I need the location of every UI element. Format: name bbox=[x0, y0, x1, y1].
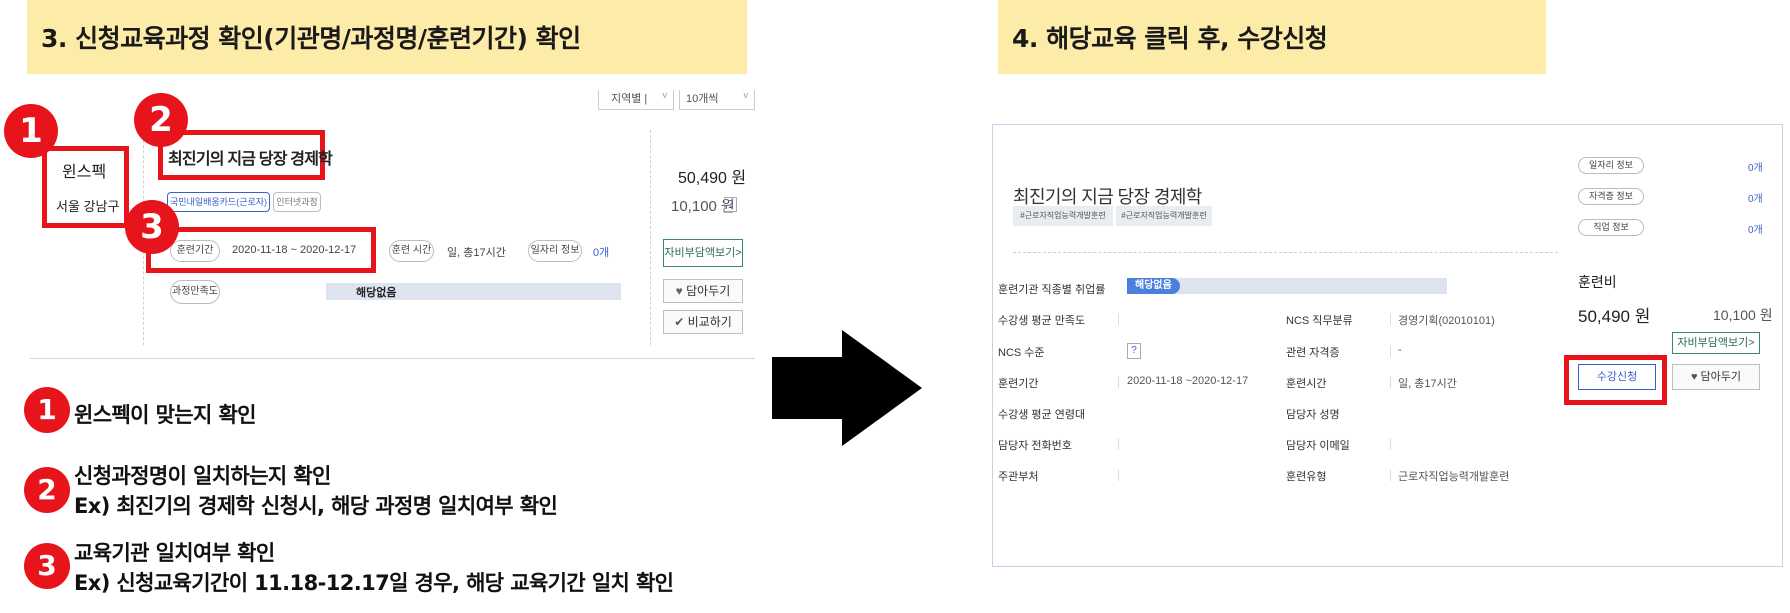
wish-button[interactable]: ♥ 담아두기 bbox=[663, 279, 743, 303]
heart-icon: ♥ bbox=[1690, 371, 1698, 383]
compare-button[interactable]: ✔ 비교하기 bbox=[663, 310, 743, 334]
desc-badge-1: 1 bbox=[24, 387, 70, 433]
row-left-label-1: NCS 수준 bbox=[998, 347, 1045, 359]
row-right-label-5: 훈련유형 bbox=[1286, 471, 1327, 483]
side-job-count[interactable]: 0개 bbox=[1748, 159, 1763, 174]
period-value: 2020-11-18 ~ 2020-12-17 bbox=[232, 244, 357, 256]
row-sep bbox=[1118, 376, 1119, 388]
employment-bar: 해당없음 bbox=[1127, 278, 1447, 294]
satisfaction-bar: 해당없음 bbox=[326, 283, 621, 300]
row-left-label-5: 주관부처 bbox=[998, 471, 1039, 483]
check-icon: ✔ bbox=[674, 315, 685, 329]
row-sep bbox=[1390, 376, 1391, 388]
time-label: 훈련 시간 bbox=[389, 240, 434, 262]
left-header: 3. 신청교육과정 확인(기관명/과정명/훈련기간) 확인 bbox=[27, 0, 747, 74]
count-select[interactable]: 10개씩 v bbox=[679, 90, 755, 110]
self-pay-button[interactable]: 자비부담액보기> bbox=[663, 239, 743, 267]
job-info-label[interactable]: 일자리 정보 bbox=[528, 240, 582, 262]
side-job-info[interactable]: 일자리 정보 bbox=[1578, 157, 1644, 174]
org-name: 윈스펙 bbox=[62, 164, 107, 181]
side-career-count[interactable]: 0개 bbox=[1748, 221, 1763, 236]
right-header-title: 4. 해당교육 클릭 후, 수강신청 bbox=[1012, 24, 1328, 53]
row-sep bbox=[1390, 313, 1391, 325]
detail-dashed-line bbox=[1013, 252, 1558, 253]
help-icon[interactable]: ? bbox=[724, 197, 737, 212]
job-info-count[interactable]: 0개 bbox=[593, 244, 609, 260]
desc-3-line1: 교육기관 일치여부 확인 bbox=[74, 541, 275, 565]
tag-card: 국민내일배움카드(근로자) bbox=[167, 192, 270, 212]
row-right-value-5: 근로자직업능력개발훈련 bbox=[1398, 471, 1510, 483]
org-location: 서울 강남구 bbox=[56, 199, 120, 214]
badge-1: 1 bbox=[4, 104, 58, 158]
desc-2-line1: 신청과정명이 일치하는지 확인 bbox=[74, 464, 331, 488]
price: 50,490 원 bbox=[678, 170, 747, 187]
hashtag-1: #근로자직업능력개발훈련 bbox=[1013, 206, 1113, 226]
satisfaction-label: 과정만족도 bbox=[170, 280, 220, 304]
enroll-button[interactable]: 수강신청 bbox=[1578, 364, 1656, 390]
card-bottom-line bbox=[30, 358, 755, 359]
row-sep bbox=[1118, 438, 1119, 450]
period-label: 훈련기간 bbox=[170, 240, 220, 262]
badge-3: 3 bbox=[125, 200, 179, 254]
left-header-title: 3. 신청교육과정 확인(기관명/과정명/훈련기간) 확인 bbox=[41, 24, 581, 53]
row-sep bbox=[1390, 345, 1391, 357]
row-sep bbox=[1390, 438, 1391, 450]
sort-select-value: 지역별 | bbox=[611, 93, 648, 105]
hashtag-2: #근로자직업능력개발훈련 bbox=[1116, 206, 1212, 226]
satisfaction-value: 해당없음 bbox=[356, 287, 397, 299]
course-title[interactable]: 최진기의 지금 당장 경제학 bbox=[168, 145, 333, 169]
arrow-right-icon bbox=[772, 330, 922, 446]
sort-select[interactable]: 지역별 | v bbox=[598, 90, 674, 110]
desc-3-line2: Ex) 신청교육기간이 11.18-12.17일 경우, 해당 교육기간 일치 … bbox=[74, 571, 674, 595]
detail-self-pay-button[interactable]: 자비부담액보기> bbox=[1672, 332, 1760, 354]
chevron-down-icon: v bbox=[743, 90, 749, 100]
side-career-info[interactable]: 직업 정보 bbox=[1578, 219, 1644, 236]
chevron-down-icon: v bbox=[662, 90, 668, 100]
time-value: 일, 총17시간 bbox=[447, 247, 506, 259]
fee-label: 훈련비 bbox=[1578, 274, 1617, 290]
row-right-label-1: 관련 자격증 bbox=[1286, 347, 1340, 359]
row-right-value-0: 경영기획(02010101) bbox=[1398, 315, 1495, 327]
row-right-label-2: 훈련시간 bbox=[1286, 378, 1327, 390]
row-right-value-2: 일, 총17시간 bbox=[1398, 378, 1457, 390]
row-right-label-4: 담당자 이메일 bbox=[1286, 440, 1350, 452]
row-sep bbox=[1118, 469, 1119, 481]
compare-button-label: 비교하기 bbox=[687, 315, 732, 329]
ncs-help-icon[interactable]: ? bbox=[1127, 343, 1141, 359]
desc-badge-2: 2 bbox=[24, 467, 70, 513]
count-select-value: 10개씩 bbox=[686, 93, 719, 105]
tag-online: 인터넷과정 bbox=[273, 192, 321, 212]
desc-2-line2: Ex) 최진기의 경제학 신청시, 해당 과정명 일치여부 확인 bbox=[74, 494, 558, 518]
detail-wish-button[interactable]: ♥ 담아두기 bbox=[1672, 364, 1760, 390]
row-left-label-4: 담당자 전화번호 bbox=[998, 440, 1072, 452]
card-divider-vertical-2 bbox=[650, 130, 651, 345]
row-left-label-2: 훈련기간 bbox=[998, 378, 1039, 390]
desc-1: 윈스펙이 맞는지 확인 bbox=[74, 403, 257, 427]
right-header: 4. 해당교육 클릭 후, 수강신청 bbox=[998, 0, 1546, 74]
side-cert-count[interactable]: 0개 bbox=[1748, 190, 1763, 205]
row-right-label-0: NCS 직무분류 bbox=[1286, 315, 1353, 327]
badge-2: 2 bbox=[134, 93, 188, 147]
side-cert-info[interactable]: 자격증 정보 bbox=[1578, 188, 1644, 205]
row-left-value-2: 2020-11-18 ~2020-12-17 bbox=[1127, 375, 1249, 387]
row-left-label-0: 수강생 평균 만족도 bbox=[998, 315, 1086, 327]
row-sep bbox=[1390, 469, 1391, 481]
row-right-value-1: - bbox=[1398, 344, 1402, 356]
desc-badge-3: 3 bbox=[24, 543, 70, 589]
heart-icon: ♥ bbox=[675, 284, 683, 298]
row-left-label-3: 수강생 평균 연령대 bbox=[998, 409, 1086, 421]
row-right-label-3: 담당자 성명 bbox=[1286, 409, 1340, 421]
fee-sub-price: 10,100 원 bbox=[1713, 307, 1773, 323]
employment-label: 훈련기관 직종별 취업률 bbox=[998, 284, 1106, 296]
detail-wish-label: 담아두기 bbox=[1700, 371, 1742, 383]
employment-value: 해당없음 bbox=[1127, 278, 1180, 294]
row-sep bbox=[1118, 313, 1119, 325]
fee-price: 50,490 원 bbox=[1578, 307, 1651, 326]
wish-button-label: 담아두기 bbox=[686, 284, 731, 298]
